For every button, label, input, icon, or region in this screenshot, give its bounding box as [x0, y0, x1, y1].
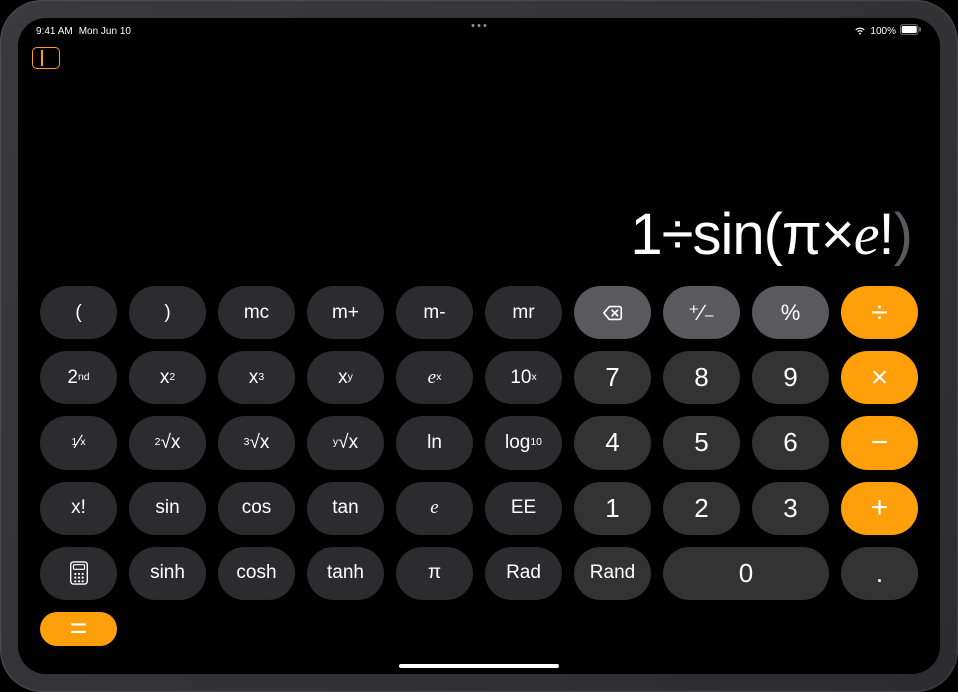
e-power-x-button[interactable]: ex: [396, 351, 473, 404]
digit-2-button[interactable]: 2: [663, 482, 740, 535]
plus-minus-button[interactable]: ⁺∕₋: [663, 286, 740, 339]
cube-root-button[interactable]: 3√x: [218, 416, 295, 469]
radians-button[interactable]: Rad: [485, 547, 562, 600]
euler-e-button[interactable]: e: [396, 482, 473, 535]
digit-5-button[interactable]: 5: [663, 416, 740, 469]
log-base-10-button[interactable]: log10: [485, 416, 562, 469]
display-text-e: e: [854, 201, 879, 268]
status-right: 100%: [854, 24, 922, 38]
multitask-dots[interactable]: [472, 24, 487, 27]
natural-log-button[interactable]: ln: [396, 416, 473, 469]
digit-7-button[interactable]: 7: [574, 351, 651, 404]
add-button[interactable]: +: [841, 482, 918, 535]
decimal-point-button[interactable]: .: [841, 547, 918, 600]
digit-9-button[interactable]: 9: [752, 351, 829, 404]
divide-button[interactable]: ÷: [841, 286, 918, 339]
reciprocal-button[interactable]: 1∕x: [40, 416, 117, 469]
factorial-button[interactable]: x!: [40, 482, 117, 535]
equals-button[interactable]: =: [40, 612, 117, 646]
status-bar: 9:41 AM Mon Jun 10 100%: [18, 18, 940, 40]
status-date: Mon Jun 10: [79, 26, 131, 37]
y-root-button[interactable]: y√x: [307, 416, 384, 469]
home-indicator[interactable]: [399, 664, 559, 668]
calculator-icon: [69, 561, 89, 585]
random-button[interactable]: Rand: [574, 547, 651, 600]
multiply-button[interactable]: ×: [841, 351, 918, 404]
display-text-close: ): [894, 201, 912, 268]
memory-recall-button[interactable]: mr: [485, 286, 562, 339]
digit-3-button[interactable]: 3: [752, 482, 829, 535]
memory-clear-button[interactable]: mc: [218, 286, 295, 339]
tanh-button[interactable]: tanh: [307, 547, 384, 600]
battery-icon: [900, 24, 922, 38]
backspace-icon: [602, 302, 624, 324]
cosh-button[interactable]: cosh: [218, 547, 295, 600]
square-root-button[interactable]: 2√x: [129, 416, 206, 469]
x-squared-button[interactable]: x2: [129, 351, 206, 404]
x-power-y-button[interactable]: xy: [307, 351, 384, 404]
percent-button[interactable]: %: [752, 286, 829, 339]
memory-subtract-button[interactable]: m-: [396, 286, 473, 339]
screen: 9:41 AM Mon Jun 10 100% 1÷sin(π×e!): [18, 18, 940, 674]
basic-mode-button[interactable]: [40, 547, 117, 600]
ee-exponent-button[interactable]: EE: [485, 482, 562, 535]
backspace-button[interactable]: [574, 286, 651, 339]
ten-power-x-button[interactable]: 10x: [485, 351, 562, 404]
left-paren-button[interactable]: (: [40, 286, 117, 339]
display-text-bang: !: [879, 201, 894, 268]
subtract-button[interactable]: −: [841, 416, 918, 469]
app-toolbar: [18, 40, 940, 76]
memory-add-button[interactable]: m+: [307, 286, 384, 339]
digit-0-button[interactable]: 0: [663, 547, 829, 600]
display-text-main: 1÷sin(π×: [630, 201, 853, 268]
status-left: 9:41 AM Mon Jun 10: [36, 26, 131, 37]
sin-button[interactable]: sin: [129, 482, 206, 535]
sinh-button[interactable]: sinh: [129, 547, 206, 600]
calculator-display[interactable]: 1÷sin(π×e!): [18, 76, 940, 286]
ipad-frame: 9:41 AM Mon Jun 10 100% 1÷sin(π×e!): [0, 0, 958, 692]
digit-4-button[interactable]: 4: [574, 416, 651, 469]
cos-button[interactable]: cos: [218, 482, 295, 535]
digit-8-button[interactable]: 8: [663, 351, 740, 404]
calculator-mode-button[interactable]: [32, 47, 60, 69]
status-time: 9:41 AM: [36, 26, 73, 37]
wifi-icon: [854, 25, 866, 38]
tan-button[interactable]: tan: [307, 482, 384, 535]
digit-6-button[interactable]: 6: [752, 416, 829, 469]
x-cubed-button[interactable]: x3: [218, 351, 295, 404]
keypad: ( ) mc m+ m- mr ⁺∕₋ % ÷ 2nd x2 x3 xy ex …: [18, 286, 940, 674]
right-paren-button[interactable]: ): [129, 286, 206, 339]
pi-button[interactable]: π: [396, 547, 473, 600]
battery-percent: 100%: [870, 26, 896, 37]
second-function-button[interactable]: 2nd: [40, 351, 117, 404]
digit-1-button[interactable]: 1: [574, 482, 651, 535]
